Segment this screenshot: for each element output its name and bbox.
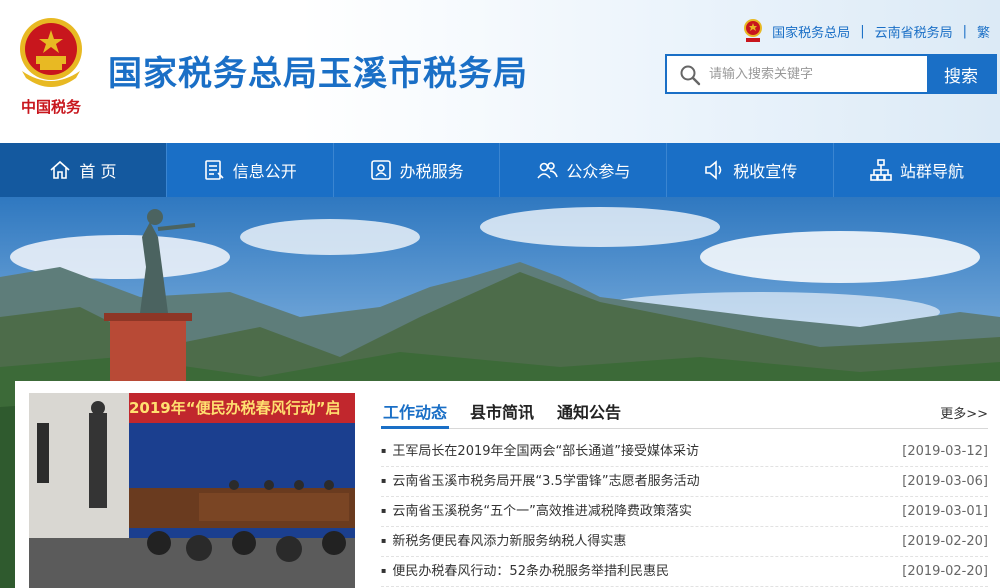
search-icon	[680, 65, 701, 86]
tax-emblem-icon	[744, 19, 763, 42]
news-section: 2019年“便民办税春风行动”启 工作动态 县市简讯 通知公告 更多>> 王军局…	[15, 381, 1000, 588]
divider: |	[962, 23, 967, 39]
search-button[interactable]: 搜索	[927, 56, 995, 92]
photo-banner-text: 2019年“便民办税春风行动”启	[129, 399, 341, 417]
main-nav: 首 页 信息公开 办税服务 公众参与 税收宣传 站群导航	[0, 143, 1000, 197]
tab-notices[interactable]: 通知公告	[557, 399, 621, 423]
site-header: 中国税务 国家税务总局玉溪市税务局 国家税务总局 | 云南省税务局 | 繁 搜索	[0, 0, 1000, 143]
home-icon	[50, 160, 70, 179]
search-box: 搜索	[665, 54, 997, 94]
nav-label: 信息公开	[232, 162, 297, 181]
nav-item-public-participation[interactable]: 公众参与	[500, 143, 668, 197]
user-id-icon	[370, 160, 391, 180]
nav-item-home[interactable]: 首 页	[0, 143, 167, 197]
news-photo[interactable]: 2019年“便民办税春风行动”启	[29, 393, 355, 588]
news-title: 便民办税春风行动：52条办税服务举措利民惠民	[381, 557, 669, 586]
nav-label: 首 页	[79, 162, 117, 181]
news-date: [2019-02-20]	[902, 564, 988, 579]
news-title: 新税务便民春风添力新服务纳税人得实惠	[381, 527, 626, 556]
nav-label: 办税服务	[399, 162, 464, 181]
news-date: [2019-03-06]	[902, 474, 988, 489]
more-link[interactable]: 更多>>	[940, 403, 988, 422]
nav-item-info-disclosure[interactable]: 信息公开	[167, 143, 334, 197]
nav-item-tax-publicity[interactable]: 税收宣传	[667, 143, 835, 197]
news-list: 王军局长在2019年全国两会“部长通道”接受媒体采访 [2019-03-12] 云…	[381, 437, 988, 587]
link-yunnan-tax[interactable]: 云南省税务局	[875, 22, 953, 41]
news-item[interactable]: 王军局长在2019年全国两会“部长通道”接受媒体采访 [2019-03-12]	[381, 437, 988, 467]
news-item[interactable]: 云南省玉溪市税务局开展“3.5学雷锋”志愿者服务活动 [2019-03-06]	[381, 467, 988, 497]
news-title: 云南省玉溪税务“五个一”高效推进减税降费政策落实	[381, 497, 691, 526]
tab-work-news[interactable]: 工作动态	[380, 399, 450, 429]
document-icon	[204, 160, 224, 180]
news-date: [2019-03-01]	[902, 504, 988, 519]
nav-item-tax-service[interactable]: 办税服务	[334, 143, 501, 197]
svg-text:中国税务: 中国税务	[21, 98, 82, 116]
news-tabs: 工作动态 县市简讯 通知公告 更多>>	[380, 395, 988, 429]
news-item[interactable]: 便民办税春风行动：52条办税服务举措利民惠民 [2019-02-20]	[381, 557, 988, 587]
news-item[interactable]: 云南省玉溪税务“五个一”高效推进减税降费政策落实 [2019-03-01]	[381, 497, 988, 527]
news-title: 王军局长在2019年全国两会“部长通道”接受媒体采访	[381, 437, 699, 466]
nav-label: 站群导航	[900, 162, 965, 181]
nav-item-site-navigation[interactable]: 站群导航	[834, 143, 1000, 197]
people-icon	[537, 162, 559, 179]
speaker-icon	[705, 160, 722, 180]
site-title: 国家税务总局玉溪市税务局	[108, 54, 528, 94]
sitemap-icon	[870, 159, 892, 181]
link-traditional-chinese[interactable]: 繁	[977, 22, 990, 41]
link-state-tax-admin[interactable]: 国家税务总局	[772, 22, 850, 41]
event-photo-image	[29, 393, 355, 588]
news-date: [2019-03-12]	[902, 444, 988, 459]
news-date: [2019-02-20]	[902, 534, 988, 549]
nav-label: 税收宣传	[733, 162, 798, 181]
tax-emblem-logo[interactable]: 中国税务	[14, 16, 88, 120]
divider: |	[860, 23, 865, 39]
search-input[interactable]	[709, 56, 927, 92]
tab-county-news[interactable]: 县市简讯	[470, 399, 534, 423]
news-item[interactable]: 新税务便民春风添力新服务纳税人得实惠 [2019-02-20]	[381, 527, 988, 557]
top-links: 国家税务总局 | 云南省税务局 | 繁	[742, 18, 990, 44]
nav-label: 公众参与	[566, 162, 631, 181]
news-title: 云南省玉溪市税务局开展“3.5学雷锋”志愿者服务活动	[381, 467, 699, 496]
